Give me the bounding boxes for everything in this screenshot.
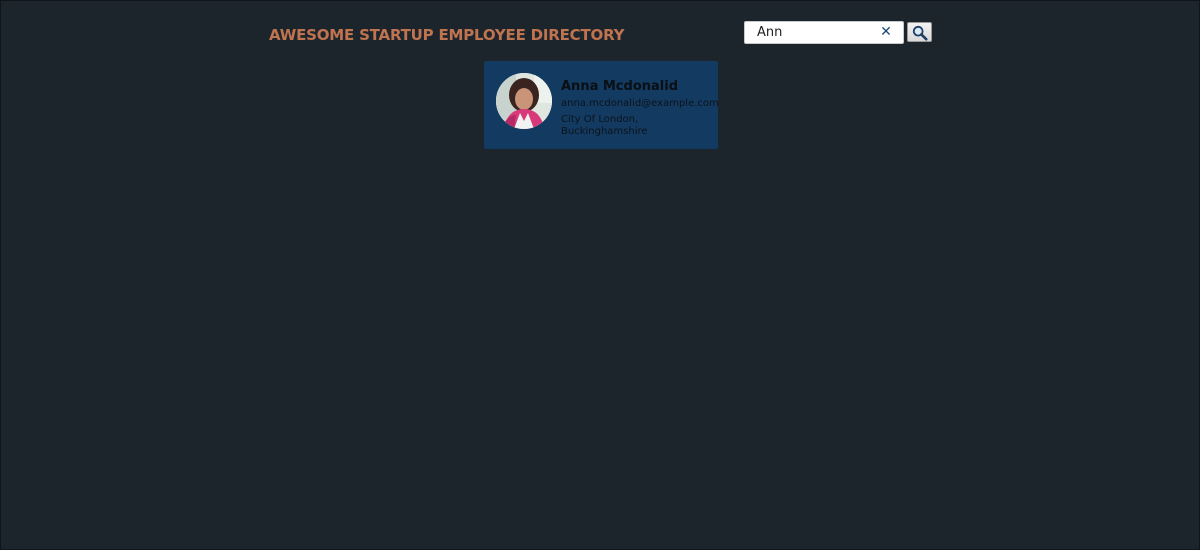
page-title: AWESOME STARTUP EMPLOYEE DIRECTORY: [269, 26, 625, 44]
close-icon[interactable]: ✕: [879, 24, 893, 41]
search-box: ✕: [744, 21, 904, 44]
search-input[interactable]: [745, 22, 877, 43]
avatar: [496, 73, 552, 129]
employee-email: anna.mcdonalid@example.com: [561, 98, 719, 109]
employee-location: City Of London, Buckinghamshire: [561, 114, 648, 137]
search-button[interactable]: [907, 22, 932, 42]
directory-page: AWESOME STARTUP EMPLOYEE DIRECTORY ✕ Ann…: [0, 0, 1200, 550]
employee-name: Anna Mcdonalid: [561, 79, 678, 94]
employee-card[interactable]: Anna Mcdonalid anna.mcdonalid@example.co…: [484, 61, 719, 149]
magnifier-icon: [912, 25, 927, 40]
